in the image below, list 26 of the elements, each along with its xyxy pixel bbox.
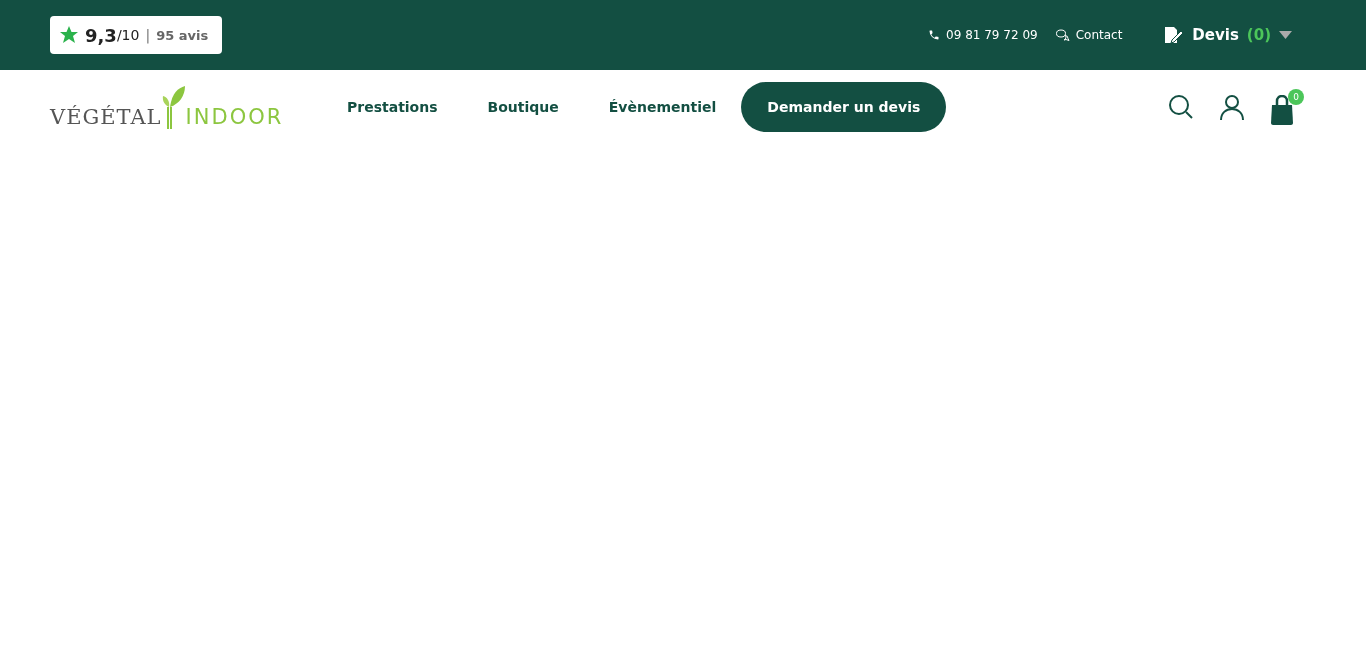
phone-link[interactable]: 09 81 79 72 09: [928, 28, 1038, 42]
separator: |: [145, 27, 151, 43]
logo-text: VÉGÉTAL: [50, 105, 162, 129]
quote-count: (0): [1246, 26, 1271, 44]
nav-link[interactable]: Prestations: [322, 99, 463, 115]
phone-icon: [928, 29, 941, 41]
nav-link[interactable]: Évènementiel: [583, 99, 742, 115]
cart-count: 0: [1288, 89, 1304, 105]
caret-icon: [1279, 31, 1292, 39]
user-icon[interactable]: [1220, 94, 1244, 120]
rating-scale: /10: [116, 27, 140, 43]
search-icon[interactable]: [1168, 94, 1194, 120]
rating-score: 9,3: [85, 24, 117, 46]
logo[interactable]: VÉGÉTAL INDOOR: [50, 85, 300, 129]
nav-link[interactable]: Boutique: [462, 99, 584, 115]
review-count: 95 avis: [156, 27, 209, 43]
shopping-bag-icon: [1270, 95, 1294, 125]
document-pen-icon: [1164, 26, 1185, 44]
quote-request-button[interactable]: Demander un devis: [741, 82, 947, 132]
quote-link[interactable]: Devis (0): [1164, 26, 1292, 44]
logo-text: INDOOR: [185, 105, 284, 129]
rating-badge[interactable]: 9,3/10 | 95 avis: [50, 16, 223, 54]
quote-label: Devis: [1192, 26, 1239, 44]
leaf-icon: [161, 85, 186, 129]
contact-link[interactable]: Contact: [1055, 28, 1123, 42]
star-icon: [59, 25, 79, 45]
